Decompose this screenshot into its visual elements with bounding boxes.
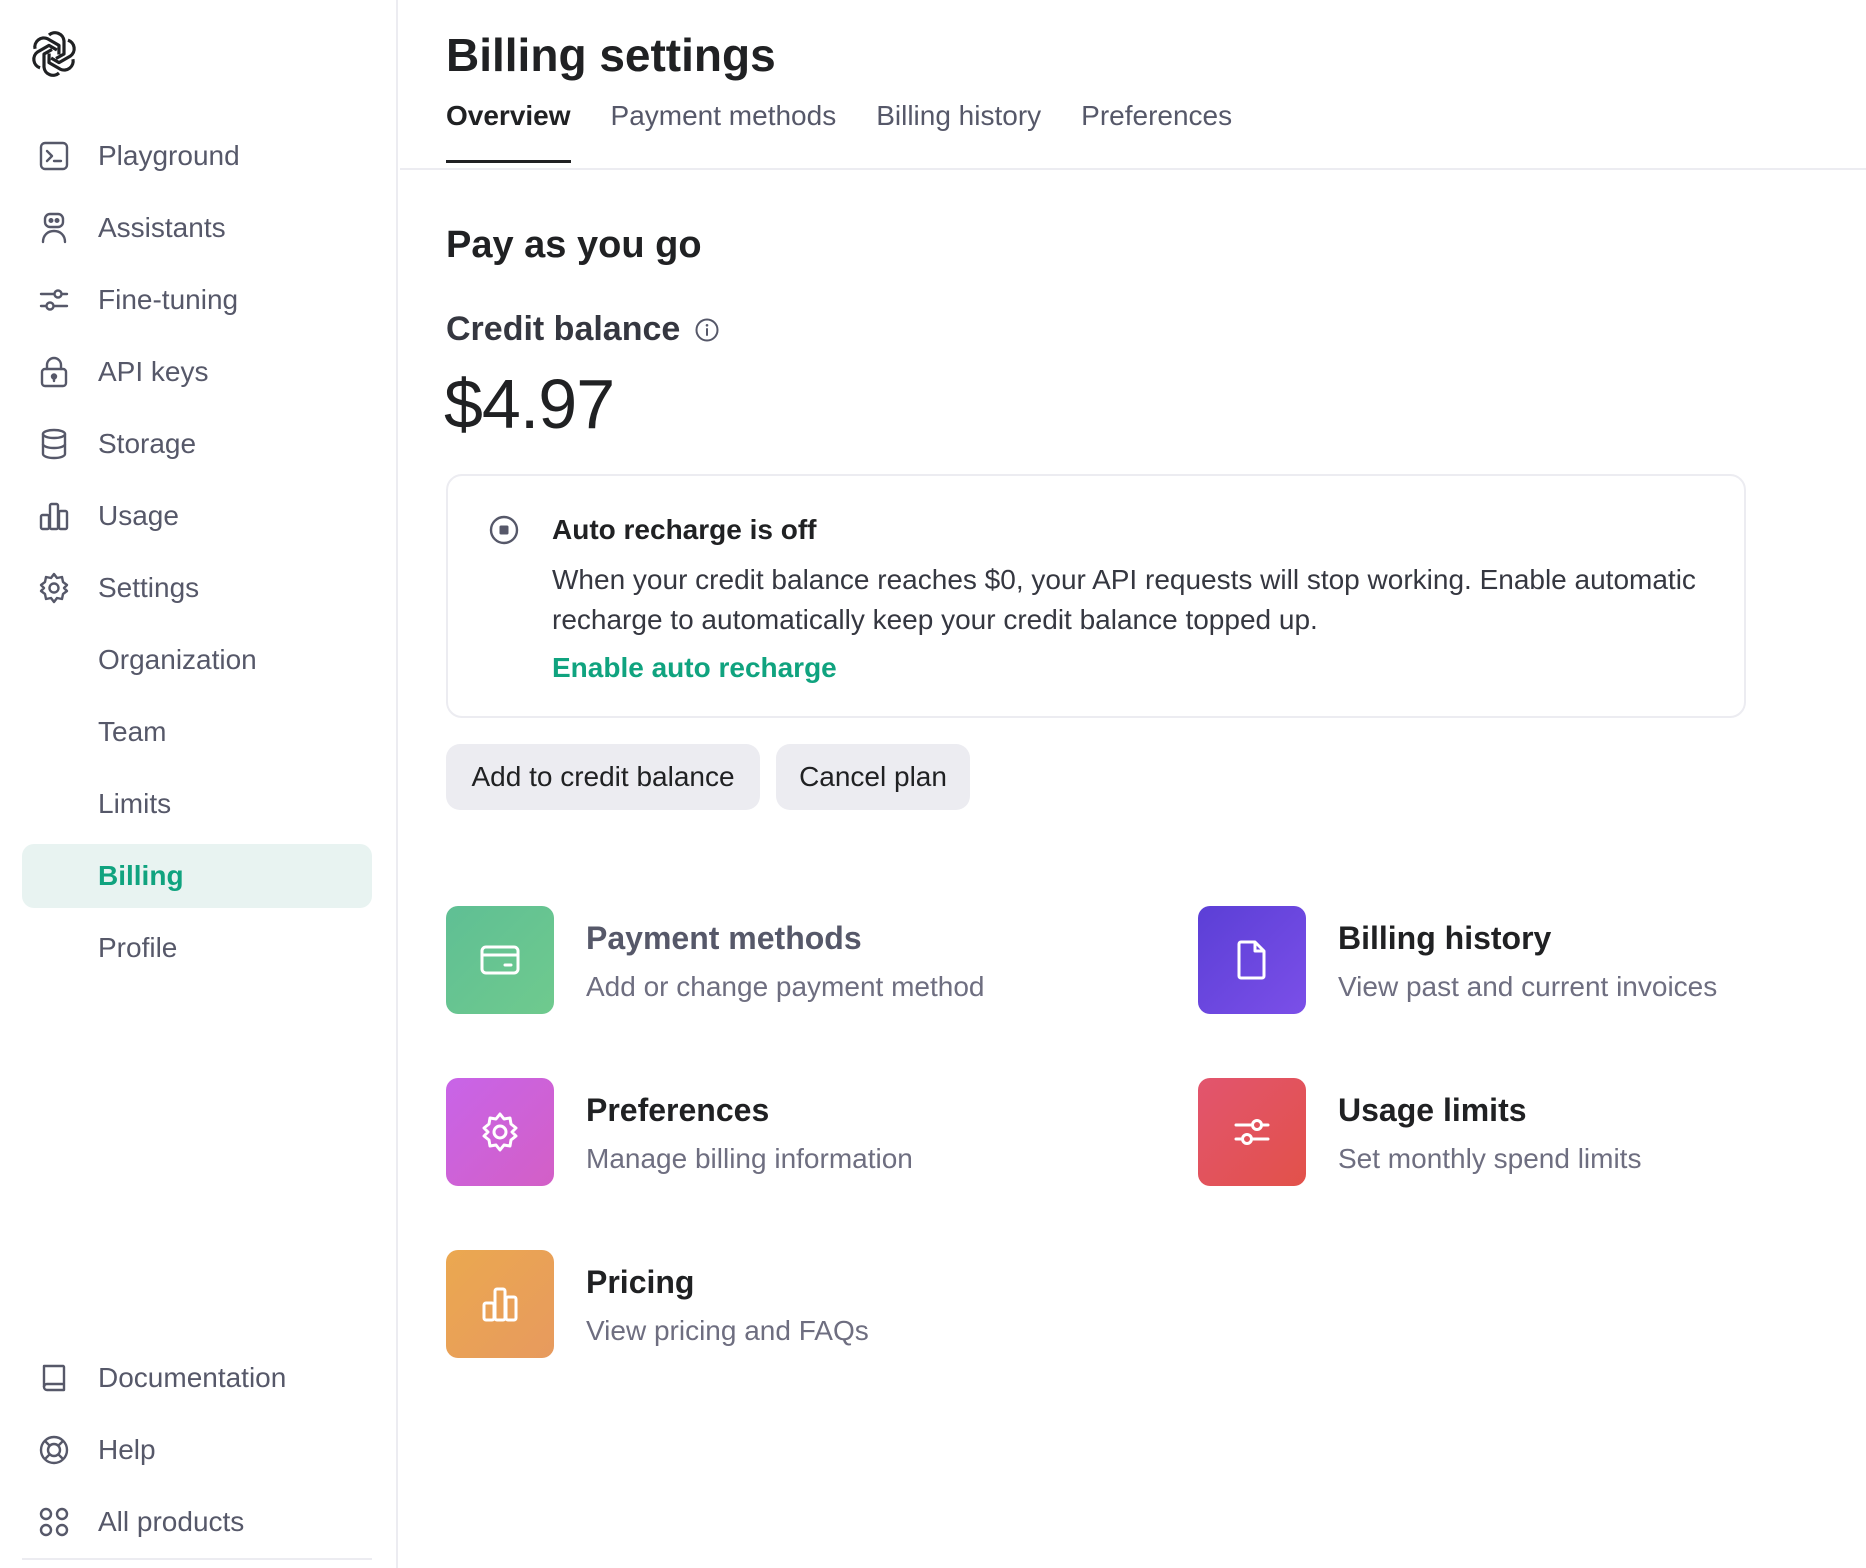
terminal-icon bbox=[36, 138, 72, 174]
sidebar-item-help[interactable]: Help bbox=[22, 1418, 372, 1482]
enable-auto-recharge-link[interactable]: Enable auto recharge bbox=[552, 652, 837, 684]
tile-description: Manage billing information bbox=[586, 1143, 913, 1174]
tile-title: Preferences bbox=[586, 1092, 770, 1128]
sidebar-item-label: Assistants bbox=[98, 212, 226, 243]
plan-title: Pay as you go bbox=[446, 224, 702, 266]
tile-usage-limits[interactable]: Usage limits Set monthly spend limits bbox=[1198, 1078, 1641, 1186]
tile-title: Payment methods bbox=[586, 920, 862, 956]
tile-pricing[interactable]: Pricing View pricing and FAQs bbox=[446, 1250, 869, 1358]
sidebar: Playground Assistants Fine-tuning API ke… bbox=[0, 0, 398, 1568]
sidebar-item-usage[interactable]: Usage bbox=[22, 484, 372, 548]
auto-recharge-description: When your credit balance reaches $0, you… bbox=[552, 564, 1696, 635]
sidebar-nav: Playground Assistants Fine-tuning API ke… bbox=[22, 124, 372, 988]
sidebar-item-label: Team bbox=[98, 716, 167, 747]
sliders-icon bbox=[36, 282, 72, 318]
tile-description: View past and current invoices bbox=[1338, 971, 1718, 1002]
sidebar-item-label: Fine-tuning bbox=[98, 284, 239, 315]
tile-title: Billing history bbox=[1338, 920, 1552, 956]
sidebar-item-label: Organization bbox=[98, 644, 257, 675]
sidebar-item-label: Help bbox=[98, 1434, 156, 1465]
tile-description: Set monthly spend limits bbox=[1338, 1143, 1642, 1174]
sidebar-item-label: Storage bbox=[98, 428, 197, 459]
tab-payment-methods[interactable]: Payment methods bbox=[611, 100, 837, 163]
tile-title: Pricing bbox=[586, 1264, 695, 1300]
bar-chart-icon bbox=[36, 498, 72, 534]
tile-billing-history[interactable]: Billing history View past and current in… bbox=[1198, 906, 1717, 1014]
sidebar-item-documentation[interactable]: Documentation bbox=[22, 1346, 372, 1410]
gear-icon bbox=[36, 570, 72, 606]
database-icon bbox=[36, 426, 72, 462]
sidebar-item-settings[interactable]: Settings bbox=[22, 556, 372, 620]
sidebar-item-limits[interactable]: Limits bbox=[22, 772, 372, 836]
page-title: Billing settings bbox=[446, 29, 776, 81]
tile-description: View pricing and FAQs bbox=[586, 1315, 869, 1346]
sidebar-item-storage[interactable]: Storage bbox=[22, 412, 372, 476]
sidebar-item-billing[interactable]: Billing bbox=[22, 844, 372, 908]
sidebar-item-organization[interactable]: Organization bbox=[22, 628, 372, 692]
tab-preferences[interactable]: Preferences bbox=[1081, 100, 1232, 163]
tabs-divider bbox=[400, 168, 1866, 170]
tile-title: Usage limits bbox=[1338, 1092, 1527, 1128]
sliders-icon bbox=[1198, 1078, 1306, 1186]
credit-balance-label-text: Credit balance bbox=[446, 310, 681, 348]
document-icon bbox=[1198, 906, 1306, 1014]
sidebar-item-label: Limits bbox=[98, 788, 172, 819]
sidebar-item-label: Usage bbox=[98, 500, 179, 531]
sidebar-item-label: Profile bbox=[98, 932, 178, 963]
stop-circle-icon bbox=[489, 515, 519, 545]
sidebar-item-fine-tuning[interactable]: Fine-tuning bbox=[22, 268, 372, 332]
openai-logo-icon[interactable] bbox=[28, 28, 80, 80]
grid-icon bbox=[36, 1504, 72, 1540]
auto-recharge-title: Auto recharge is off bbox=[552, 514, 817, 545]
tab-overview[interactable]: Overview bbox=[446, 100, 571, 163]
sidebar-item-label: API keys bbox=[98, 356, 209, 387]
sidebar-item-playground[interactable]: Playground bbox=[22, 124, 372, 188]
auto-recharge-card: Auto recharge is off When your credit ba… bbox=[446, 474, 1746, 718]
credit-card-icon bbox=[446, 906, 554, 1014]
sidebar-bottom-nav: Documentation Help All products bbox=[22, 1346, 372, 1562]
sidebar-divider bbox=[22, 1558, 372, 1560]
lifebuoy-icon bbox=[36, 1432, 72, 1468]
main-content: Billing settings Overview Payment method… bbox=[400, 0, 1866, 1568]
sidebar-item-label: Documentation bbox=[98, 1362, 287, 1393]
sidebar-item-label: All products bbox=[98, 1506, 245, 1537]
tile-payment-methods[interactable]: Payment methods Add or change payment me… bbox=[446, 906, 984, 1014]
lock-icon bbox=[36, 354, 72, 390]
sidebar-item-label: Playground bbox=[98, 140, 240, 171]
gear-icon bbox=[446, 1078, 554, 1186]
robot-icon bbox=[36, 210, 72, 246]
cancel-plan-button[interactable]: Cancel plan bbox=[776, 744, 970, 810]
sidebar-item-label: Billing bbox=[98, 860, 184, 891]
bar-chart-icon bbox=[446, 1250, 554, 1358]
credit-balance-amount: $4.97 bbox=[444, 365, 615, 443]
tab-billing-history[interactable]: Billing history bbox=[876, 100, 1041, 163]
sidebar-item-api-keys[interactable]: API keys bbox=[22, 340, 372, 404]
book-icon bbox=[36, 1360, 72, 1396]
sidebar-item-all-products[interactable]: All products bbox=[22, 1490, 372, 1554]
add-to-credit-balance-button[interactable]: Add to credit balance bbox=[446, 744, 760, 810]
credit-balance-label: Credit balance bbox=[446, 310, 720, 349]
sidebar-item-assistants[interactable]: Assistants bbox=[22, 196, 372, 260]
info-icon[interactable] bbox=[694, 317, 720, 343]
tab-bar: Overview Payment methods Billing history… bbox=[446, 100, 1272, 163]
tile-description: Add or change payment method bbox=[586, 971, 985, 1002]
sidebar-item-team[interactable]: Team bbox=[22, 700, 372, 764]
sidebar-item-profile[interactable]: Profile bbox=[22, 916, 372, 980]
sidebar-item-label: Settings bbox=[98, 572, 200, 603]
tile-preferences[interactable]: Preferences Manage billing information bbox=[446, 1078, 913, 1186]
